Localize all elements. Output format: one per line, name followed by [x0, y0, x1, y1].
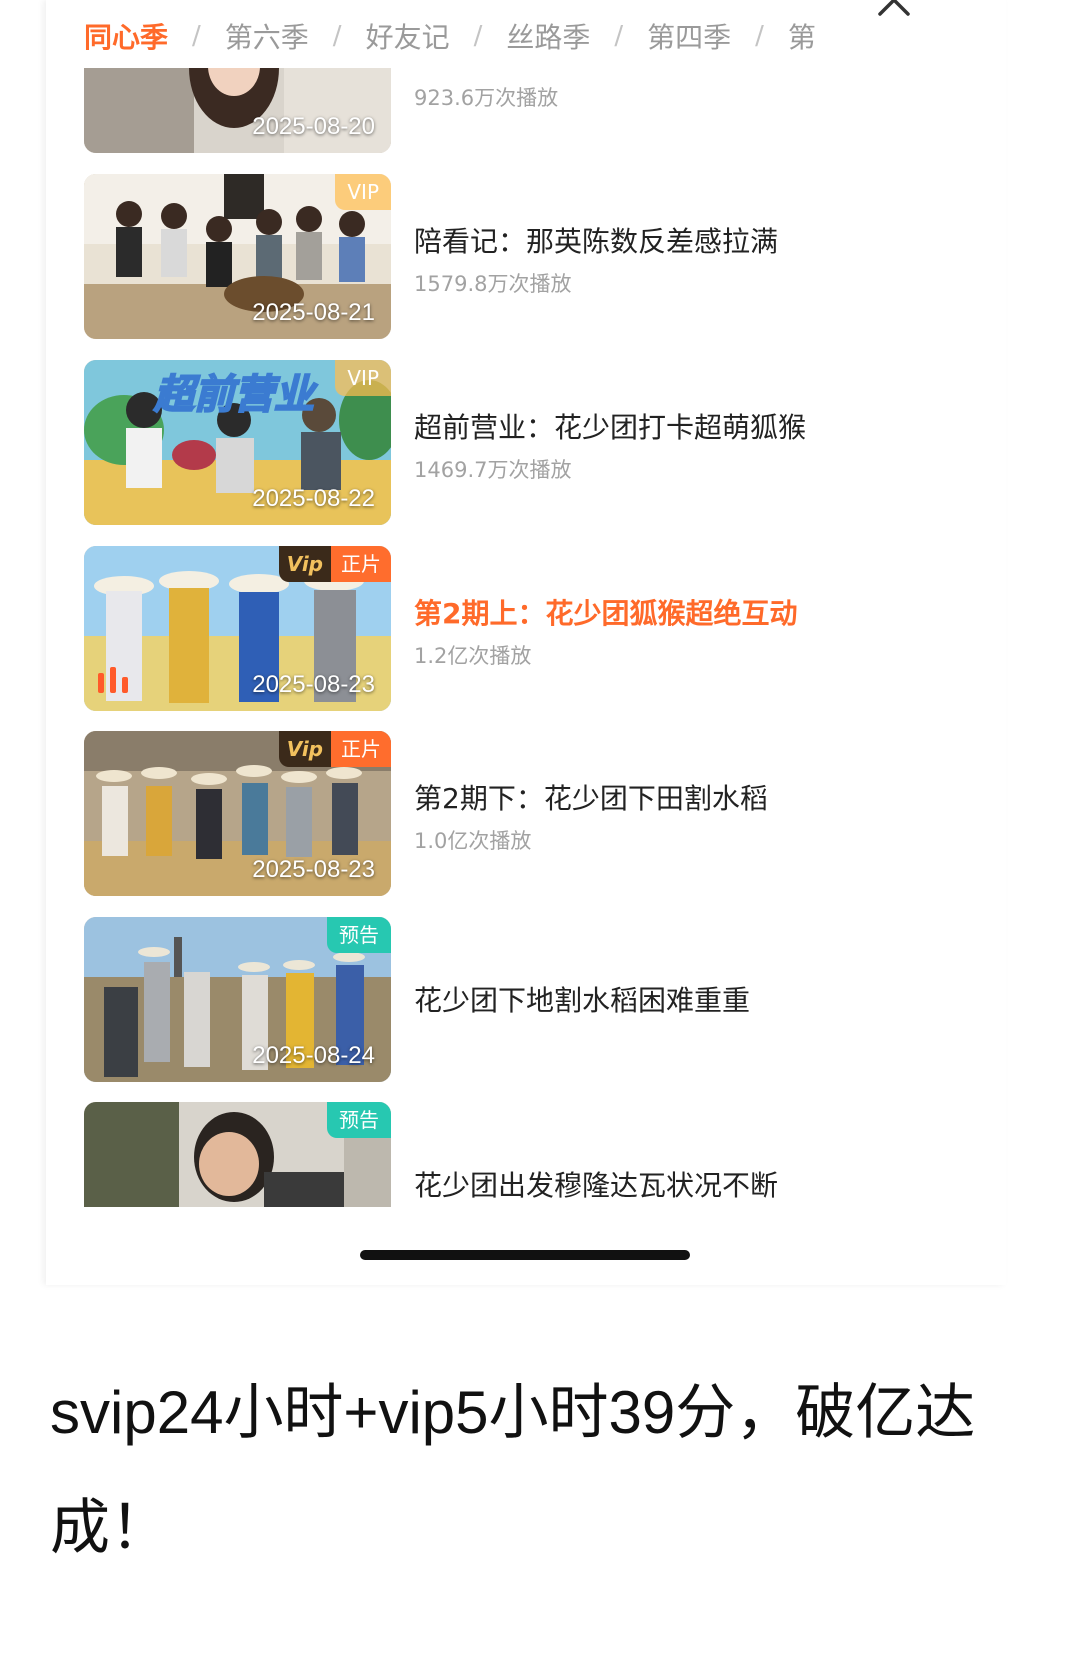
- tab-silk-road-season[interactable]: 丝路季: [506, 16, 590, 56]
- episode-date: 2025-08-20: [252, 113, 375, 140]
- episode-title: 超前营业：花少团打卡超萌狐猴: [414, 411, 807, 444]
- vip-feature-badge: Vip 正片: [278, 731, 391, 767]
- vip-mark: Vip: [278, 546, 331, 582]
- episode-views: 1.0亿次播放: [414, 829, 532, 853]
- trailer-badge: 预告: [327, 917, 391, 953]
- episode-title: 第2期下：花少团下田割水稻: [414, 782, 768, 815]
- episode-date: 2025-08-22: [252, 485, 375, 512]
- vip-badge: VIP: [335, 174, 391, 210]
- episode-item[interactable]: Vip 正片 2025-08-23 第2期下：花少团下田割水稻 1.0亿次播放: [84, 731, 944, 896]
- tab-separator: /: [614, 21, 624, 51]
- episode-date: 2025-08-24: [252, 1042, 375, 1069]
- tab-separator: /: [755, 21, 764, 51]
- tab-separator: /: [192, 21, 201, 51]
- episode-thumbnail: Vip 正片 2025-08-23: [84, 546, 391, 711]
- episode-views: 1.2亿次播放: [414, 644, 532, 668]
- episode-date: 2025-08-21: [252, 299, 375, 326]
- now-playing-icon: [98, 667, 128, 693]
- episode-title: 花少团出发穆隆达瓦状况不断: [414, 1169, 779, 1202]
- episode-item[interactable]: 预告 花少团出发穆隆达瓦状况不断: [84, 1102, 944, 1207]
- episode-item[interactable]: 预告 2025-08-24 花少团下地割水稻困难重重: [84, 917, 944, 1082]
- episode-thumbnail: 预告: [84, 1102, 391, 1207]
- episode-views: 1469.7万次播放: [414, 458, 572, 482]
- tab-friends-diary[interactable]: 好友记: [366, 16, 450, 56]
- tab-tongxin-season[interactable]: 同心季: [84, 16, 168, 56]
- episode-title: 陪看记：那英陈数反差感拉满: [414, 225, 779, 258]
- thumbnail-title-art: 超前营业: [153, 371, 315, 419]
- vip-feature-badge: Vip 正片: [278, 546, 391, 582]
- feature-label: 正片: [331, 731, 391, 767]
- trailer-badge: 预告: [327, 1102, 391, 1138]
- home-indicator[interactable]: [360, 1250, 690, 1260]
- episode-item-current[interactable]: Vip 正片 2025-08-23 第2期上：花少团狐猴超绝互动 1.2亿次播放: [84, 546, 944, 711]
- tab-separator: /: [473, 21, 483, 51]
- vip-mark: Vip: [278, 731, 331, 767]
- episode-thumbnail: 预告 2025-08-24: [84, 917, 391, 1082]
- episode-item[interactable]: 超前营业 VIP 2025-08-22 超前营业：花少团打卡超萌狐猴 1469.…: [84, 360, 944, 525]
- episode-title: 花少团下地割水稻困难重重: [414, 984, 751, 1017]
- feature-label: 正片: [331, 546, 391, 582]
- tab-season-six[interactable]: 第六季: [225, 16, 309, 56]
- tab-more-seasons[interactable]: 第: [788, 16, 816, 56]
- episode-date: 2025-08-23: [252, 671, 375, 698]
- close-icon[interactable]: [876, 0, 912, 18]
- episode-thumbnail: VIP 2025-08-21: [84, 174, 391, 339]
- episode-item[interactable]: VIP 2025-08-21 陪看记：那英陈数反差感拉满 1579.8万次播放: [84, 174, 944, 339]
- vip-badge: VIP: [335, 360, 391, 396]
- tab-season-four[interactable]: 第四季: [647, 16, 731, 56]
- tab-separator: /: [332, 21, 342, 51]
- episode-thumbnail: Vip 正片 2025-08-23: [84, 731, 391, 896]
- episode-date: 2025-08-23: [252, 856, 375, 883]
- episode-views: 923.6万次播放: [414, 86, 559, 110]
- season-tabs-overlay: 同心季 / 第六季 / 好友记 / 丝路季 / 第四季 / 第: [84, 16, 816, 58]
- episode-thumbnail: 超前营业 VIP 2025-08-22: [84, 360, 391, 525]
- episode-title: 第2期上：花少团狐猴超绝互动: [414, 597, 798, 630]
- post-caption: svip24小时+vip5小时39分，破亿达成！: [50, 1379, 976, 1561]
- episode-views: 1579.8万次播放: [414, 272, 572, 296]
